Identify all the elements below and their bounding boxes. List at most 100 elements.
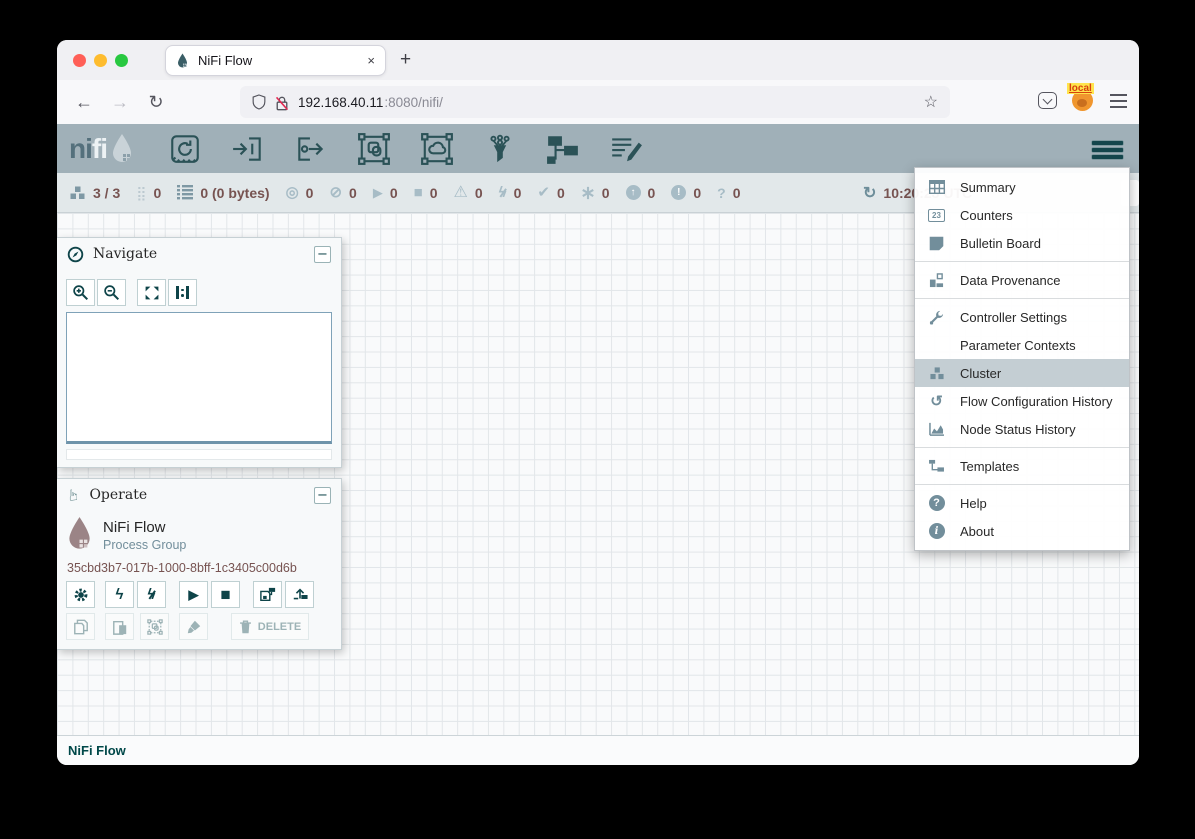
process-group-component-icon[interactable]	[356, 131, 392, 167]
navigate-title: Navigate	[93, 246, 157, 262]
menu-divider	[915, 298, 1129, 299]
history-icon: ↺	[925, 392, 948, 410]
zoom-in-button[interactable]	[66, 279, 95, 306]
nifi-logo: nifi	[69, 133, 135, 165]
minimize-window-button[interactable]	[94, 54, 107, 67]
menu-item-templates[interactable]: Templates	[915, 452, 1129, 480]
menu-item-label: Parameter Contexts	[960, 338, 1076, 353]
menu-item-parameter-contexts[interactable]: Parameter Contexts	[915, 331, 1129, 359]
selected-flow-name: NiFi Flow	[103, 519, 166, 536]
status-stopped: ■ 0	[414, 185, 438, 201]
input-port-component-icon[interactable]	[230, 131, 266, 167]
exclamation-circle-icon: !	[671, 185, 686, 200]
operate-title: Operate	[89, 487, 147, 503]
birdseye-minimap[interactable]	[66, 312, 332, 444]
menu-item-label: Flow Configuration History	[960, 394, 1112, 409]
status-up-to-date: ✔ 0	[537, 185, 564, 201]
label-component-icon[interactable]	[608, 131, 644, 167]
logo-text-fi: fi	[92, 133, 107, 165]
menu-item-label: Bulletin Board	[960, 236, 1041, 251]
process-group-drop-icon	[66, 516, 93, 552]
navigate-tools	[66, 279, 197, 306]
menu-divider	[915, 484, 1129, 485]
operate-header: ☞ Operate	[57, 479, 341, 511]
browser-titlebar: NiFi Flow × +	[57, 40, 1139, 80]
reload-button[interactable]: ↻	[143, 89, 169, 115]
menu-item-data-provenance[interactable]: Data Provenance	[915, 266, 1129, 294]
template-component-icon[interactable]	[545, 131, 581, 167]
collapse-navigate-button[interactable]	[314, 246, 331, 263]
maximize-window-button[interactable]	[115, 54, 128, 67]
nifi-favicon-icon	[176, 53, 189, 69]
birdseye-slider[interactable]	[66, 449, 332, 460]
operate-palette: ☞ Operate NiFi Flow Process Group 35cbd3…	[57, 478, 342, 650]
save-template-button[interactable]	[253, 581, 282, 608]
start-button[interactable]: ▶	[179, 581, 208, 608]
tab-close-icon[interactable]: ×	[367, 53, 375, 68]
bulletin-board-icon	[925, 236, 948, 251]
bookmark-star-icon[interactable]: ☆	[924, 92, 938, 112]
stop-button[interactable]: ■	[211, 581, 240, 608]
collapse-operate-button[interactable]	[314, 487, 331, 504]
delete-button[interactable]: DELETE	[231, 613, 309, 640]
browser-tab[interactable]: NiFi Flow ×	[165, 45, 386, 76]
processor-component-icon[interactable]	[167, 131, 203, 167]
profile-label: local	[1067, 83, 1094, 94]
funnel-component-icon[interactable]	[482, 131, 518, 167]
configuration-button[interactable]	[66, 581, 95, 608]
new-tab-button[interactable]: +	[400, 49, 411, 71]
operate-buttons-row1: ϟ ϟ ▶ ■	[66, 581, 314, 608]
menu-item-controller-settings[interactable]: Controller Settings	[915, 303, 1129, 331]
menu-item-about[interactable]: i About	[915, 517, 1129, 545]
data-provenance-icon	[925, 273, 948, 288]
enable-button[interactable]: ϟ	[105, 581, 134, 608]
fill-color-button[interactable]	[179, 613, 208, 640]
disable-button[interactable]: ϟ	[137, 581, 166, 608]
global-menu: Summary 23 Counters Bulletin Board Data …	[914, 167, 1130, 551]
about-icon: i	[925, 523, 948, 539]
zoom-actual-size-button[interactable]	[168, 279, 197, 306]
copy-button[interactable]	[66, 613, 95, 640]
forward-button[interactable]: →	[107, 89, 133, 115]
browser-menu-icon[interactable]	[1110, 94, 1127, 108]
logo-text-ni: ni	[69, 133, 92, 165]
menu-item-cluster[interactable]: Cluster	[915, 359, 1129, 387]
remote-process-group-component-icon[interactable]	[419, 131, 455, 167]
nifi-global-menu-icon[interactable]	[1092, 141, 1123, 159]
refresh-icon[interactable]: ↻	[863, 183, 876, 203]
menu-item-bulletin-board[interactable]: Bulletin Board	[915, 229, 1129, 257]
close-window-button[interactable]	[73, 54, 86, 67]
disabled-lightning-icon: ϟ	[499, 185, 507, 200]
trash-icon	[239, 620, 252, 634]
upload-template-button[interactable]	[285, 581, 314, 608]
navigate-palette: Navigate	[57, 237, 342, 468]
menu-item-node-status-history[interactable]: Node Status History	[915, 415, 1129, 443]
browser-window: NiFi Flow × + ← → ↻ 19	[57, 40, 1139, 765]
asterisk-icon	[581, 186, 595, 200]
output-port-component-icon[interactable]	[293, 131, 329, 167]
zoom-fit-button[interactable]	[137, 279, 166, 306]
paste-button[interactable]	[105, 613, 134, 640]
stop-icon: ■	[220, 586, 230, 603]
queued-icon	[177, 185, 193, 200]
url-bar[interactable]: 192.168.40.11 :8080/nifi/ ☆	[240, 86, 950, 118]
zoom-out-button[interactable]	[97, 279, 126, 306]
pocket-icon[interactable]	[1038, 92, 1057, 109]
insecure-lock-icon[interactable]	[275, 95, 289, 110]
help-icon: ?	[925, 495, 948, 511]
menu-item-flow-configuration-history[interactable]: ↺ Flow Configuration History	[915, 387, 1129, 415]
group-button[interactable]	[140, 613, 169, 640]
status-invalid: ⚠ 0	[453, 185, 482, 201]
menu-item-summary[interactable]: Summary	[915, 173, 1129, 201]
menu-item-label: About	[960, 524, 994, 539]
chart-area-icon	[925, 422, 948, 436]
one-to-one-icon	[176, 286, 189, 299]
menu-item-help[interactable]: ? Help	[915, 489, 1129, 517]
breadcrumb-root[interactable]: NiFi Flow	[68, 743, 126, 758]
menu-item-counters[interactable]: 23 Counters	[915, 201, 1129, 229]
status-locally-modified: 0	[581, 185, 610, 201]
nifi-drop-icon	[109, 133, 135, 165]
transmitting-icon: ◎	[286, 185, 299, 200]
shield-icon[interactable]	[252, 94, 266, 110]
back-button[interactable]: ←	[71, 89, 97, 115]
